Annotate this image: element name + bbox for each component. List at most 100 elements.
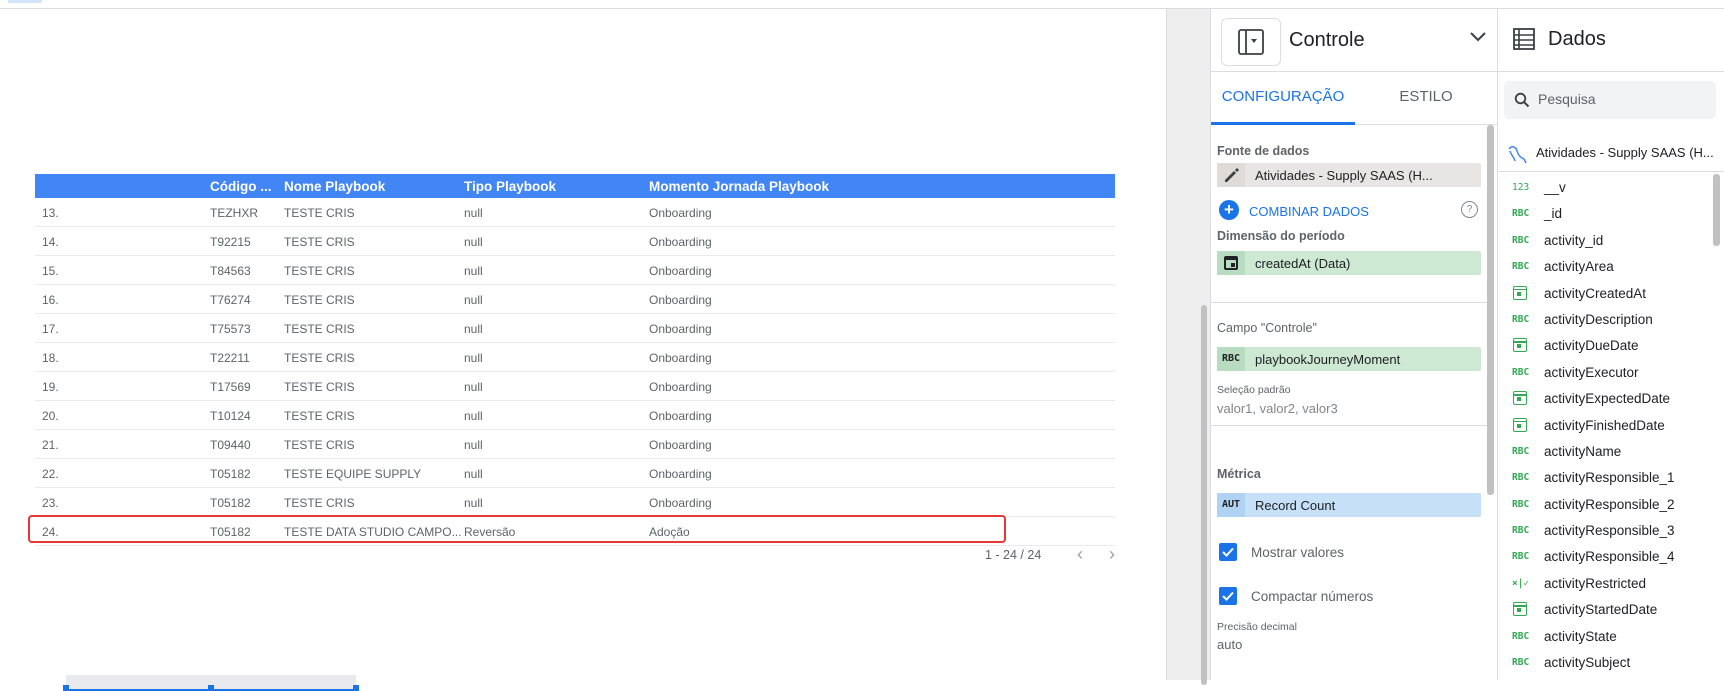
tab-estilo[interactable]: ESTILO [1355,72,1497,122]
field-name: _id [1544,206,1563,222]
table-row[interactable]: 22. T05182 TESTE EQUIPE SUPPLY null Onboardi… [35,459,1115,488]
control-field[interactable]: RBC playbookJourneyMoment [1217,347,1481,371]
field-item--id[interactable]: RBC _id [1498,201,1724,227]
control-field-label: Campo "Controle" [1217,321,1317,335]
resize-handle-right[interactable] [353,685,359,691]
cell-index: 16. [42,293,59,307]
field-item-activitysubject[interactable]: RBC activitySubject [1498,650,1724,676]
table-row[interactable]: 21. T09440 TESTE CRIS null Onboarding [35,430,1115,459]
field-search[interactable] [1504,81,1716,119]
field-name: activityStartedDate [1544,602,1658,618]
field-name: activityExpectedDate [1544,391,1671,407]
data-panel: Dados Atividades - Supply SAAS (H... 123… [1497,9,1724,680]
tab-configuracao[interactable]: CONFIGURAÇÃO [1211,72,1355,125]
table-row[interactable]: 16. T76274 TESTE CRIS null Onboarding [35,285,1115,314]
next-page-icon[interactable]: › [1102,545,1122,565]
cell-nome-playbook: TESTE CRIS [284,264,355,278]
cell-index: 14. [42,235,59,249]
table-row[interactable]: 19. T17569 TESTE CRIS null Onboarding [35,372,1115,401]
highlighted-row-outline [28,515,1006,543]
field-name: activityDescription [1544,311,1653,327]
properties-tabs: CONFIGURAÇÃO ESTILO [1211,72,1497,125]
selected-control-component[interactable] [63,675,359,691]
field-item---v[interactable]: 123 __v [1498,175,1724,201]
resize-handle-center[interactable] [208,685,214,691]
field-item-activitystate[interactable]: RBC activityState [1498,624,1724,650]
combine-data-button[interactable]: + COMBINAR DADOS ? [1217,200,1481,222]
cell-tipo-playbook: null [464,380,483,394]
table-row[interactable]: 13. TEZHXR TESTE CRIS null Onboarding [35,198,1115,227]
calendar-icon [1513,602,1527,617]
resize-handle-left[interactable] [63,685,69,691]
cell-momento-jornada: Onboarding [649,322,712,336]
default-selection-input[interactable]: valor1, valor2, valor3 [1217,401,1338,416]
cell-momento-jornada: Onboarding [649,293,712,307]
table-row[interactable]: 23. T05182 TESTE CRIS null Onboarding [35,488,1115,517]
metric-field[interactable]: AUT Record Count [1217,493,1481,517]
data-title: Dados [1548,28,1606,50]
data-table[interactable]: Código ... Nome Playbook Tipo Playbook M… [35,174,1115,546]
field-item-activitydescription[interactable]: RBC activityDescription [1498,307,1724,333]
number-type-icon: 123 [1512,182,1530,193]
data-source-field[interactable]: Atividades - Supply SAAS (H... [1217,163,1481,187]
default-selection-label: Seleção padrão [1217,384,1291,396]
cell-index: 23. [42,496,59,510]
field-name: activityResponsible_1 [1544,470,1675,486]
section-divider [1211,425,1487,426]
cell-nome-playbook: TESTE CRIS [284,496,355,510]
table-row[interactable]: 15. T84563 TESTE CRIS null Onboarding [35,256,1115,285]
field-item-activityfinisheddate[interactable]: activityFinishedDate [1498,413,1724,439]
cell-nome-playbook: TESTE EQUIPE SUPPLY [284,467,422,481]
field-item-activity-id[interactable]: RBC activity_id [1498,228,1724,254]
cell-codigo: T10124 [210,409,251,423]
cell-index: 15. [42,264,59,278]
table-row[interactable]: 14. T92215 TESTE CRIS null Onboarding [35,227,1115,256]
report-canvas[interactable]: Código ... Nome Playbook Tipo Playbook M… [0,9,1166,691]
col-header-momento-jornada[interactable]: Momento Jornada Playbook [649,179,829,194]
decimal-precision-value[interactable]: auto [1217,637,1242,652]
cell-nome-playbook: TESTE CRIS [284,380,355,394]
cell-index: 22. [42,467,59,481]
properties-scrollbar[interactable] [1487,125,1494,680]
field-item-activityexecutor[interactable]: RBC activityExecutor [1498,360,1724,386]
field-item-activityresponsible-2[interactable]: RBC activityResponsible_2 [1498,492,1724,518]
check-icon [1222,547,1234,557]
col-header-tipo-playbook[interactable]: Tipo Playbook [464,179,556,194]
table-row[interactable]: 17. T75573 TESTE CRIS null Onboarding [35,314,1115,343]
field-item-activityexpecteddate[interactable]: activityExpectedDate [1498,386,1724,412]
auto-type-icon: AUT [1217,493,1245,517]
field-item-activityresponsible-3[interactable]: RBC activityResponsible_3 [1498,518,1724,544]
field-list-scrollbar[interactable] [1713,174,1720,680]
field-item-activityarea[interactable]: RBC activityArea [1498,254,1724,280]
search-input[interactable] [1536,90,1700,108]
data-source-value: Atividades - Supply SAAS (H... [1255,168,1433,183]
prev-page-icon[interactable]: ‹ [1070,545,1090,565]
data-source-selector[interactable]: Atividades - Supply SAAS (H... [1498,131,1724,172]
control-field-value: playbookJourneyMoment [1255,352,1401,367]
field-item-activityname[interactable]: RBC activityName [1498,439,1724,465]
compact-numbers-checkbox[interactable] [1219,587,1237,605]
period-dimension-field[interactable]: createdAt (Data) [1217,251,1481,275]
cell-nome-playbook: TESTE CRIS [284,351,355,365]
cell-tipo-playbook: null [464,293,483,307]
data-source-name: Atividades - Supply SAAS (H... [1536,145,1714,160]
scrollbar-thumb[interactable] [1487,125,1494,495]
pencil-icon[interactable] [1217,163,1245,187]
scrollbar-thumb[interactable] [1713,174,1720,246]
field-item-activityrestricted[interactable]: ×|✓ activityRestricted [1498,571,1724,597]
field-item-activitycreatedat[interactable]: activityCreatedAt [1498,281,1724,307]
col-header-codigo[interactable]: Código ... [210,179,272,194]
chevron-down-icon[interactable] [1469,31,1487,43]
canvas-scrollbar[interactable] [1201,305,1207,685]
field-item-activitystarteddate[interactable]: activityStartedDate [1498,597,1724,623]
cell-index: 18. [42,351,59,365]
field-item-activityresponsible-4[interactable]: RBC activityResponsible_4 [1498,544,1724,570]
table-row[interactable]: 18. T22211 TESTE CRIS null Onboarding [35,343,1115,372]
control-type-icon[interactable] [1221,18,1281,66]
col-header-nome-playbook[interactable]: Nome Playbook [284,179,385,194]
table-row[interactable]: 20. T10124 TESTE CRIS null Onboarding [35,401,1115,430]
help-icon[interactable]: ? [1461,201,1478,218]
field-item-activityresponsible-1[interactable]: RBC activityResponsible_1 [1498,465,1724,491]
show-values-checkbox[interactable] [1219,543,1237,561]
field-item-activityduedate[interactable]: activityDueDate [1498,333,1724,359]
